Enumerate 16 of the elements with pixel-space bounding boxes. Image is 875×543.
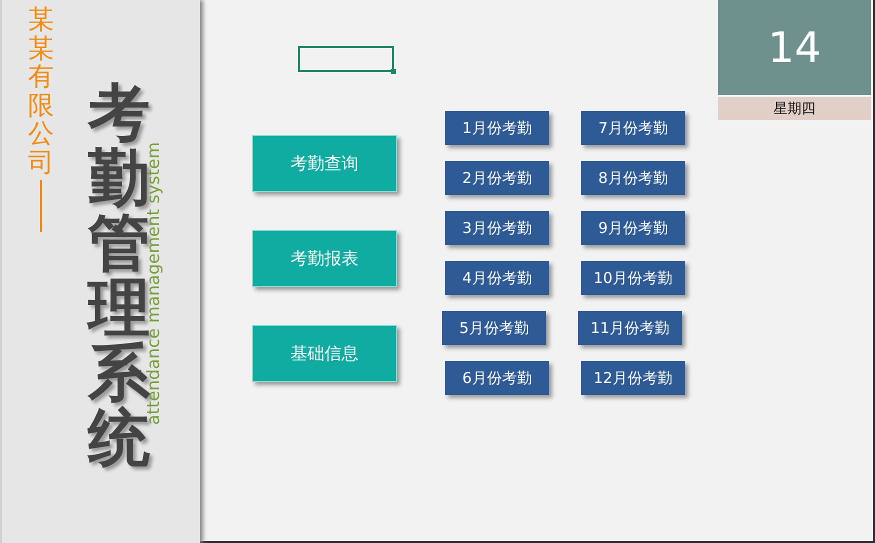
company-name: 某某有限公司	[28, 6, 54, 178]
month-button[interactable]: 8月份考勤	[581, 161, 685, 195]
month-button[interactable]: 7月份考勤	[581, 111, 685, 145]
selected-cell[interactable]	[298, 46, 394, 72]
month-button[interactable]: 12月份考勤	[581, 361, 685, 395]
month-button[interactable]: 2月份考勤	[445, 161, 549, 195]
month-button[interactable]: 4月份考勤	[445, 261, 549, 295]
month-button[interactable]: 11月份考勤	[578, 311, 682, 345]
month-button[interactable]: 6月份考勤	[445, 361, 549, 395]
month-button[interactable]: 1月份考勤	[445, 111, 549, 145]
weekday-label: 星期四	[718, 97, 871, 120]
month-button[interactable]: 9月份考勤	[581, 211, 685, 245]
day-number: 14	[718, 0, 871, 95]
month-button[interactable]: 10月份考勤	[581, 261, 685, 295]
month-button[interactable]: 3月份考勤	[445, 211, 549, 245]
month-button[interactable]: 5月份考勤	[442, 311, 546, 345]
